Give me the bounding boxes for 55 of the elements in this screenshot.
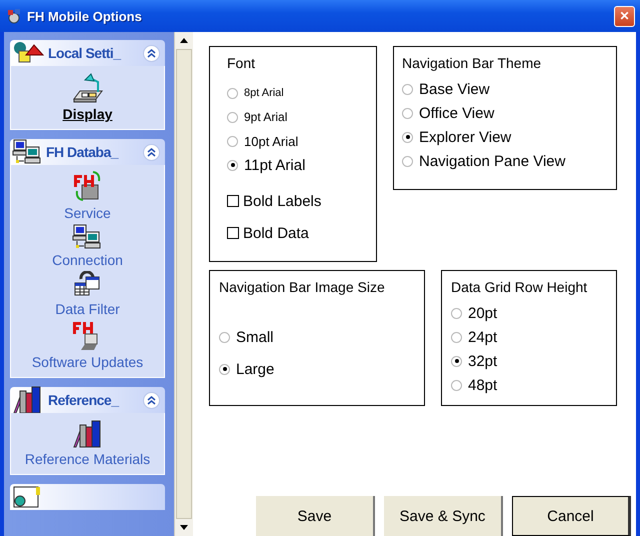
books-icon: [72, 419, 104, 449]
shapes-icon: [12, 41, 44, 65]
close-button[interactable]: ✕: [614, 6, 635, 26]
group-title: Reference_: [48, 392, 120, 408]
app-icon: [6, 8, 22, 24]
calendar-icon: [12, 485, 42, 509]
nav-item[interactable]: Data Filter: [55, 271, 120, 320]
collapse-button[interactable]: [143, 392, 160, 408]
dialog-button[interactable]: Save & Sync: [384, 496, 503, 536]
group-box-title: Navigation Bar Theme: [402, 55, 542, 71]
radio-option[interactable]: 8pt Arial: [227, 81, 376, 105]
computers-icon: [72, 224, 102, 250]
fh-sync-icon: [72, 171, 102, 203]
radio-option[interactable]: Navigation Pane View: [402, 149, 616, 173]
group-header[interactable]: Local Setti_: [10, 40, 165, 66]
computers-icon: [12, 139, 42, 165]
chevron-icon: [147, 148, 156, 156]
group-box-title: Font: [227, 55, 256, 71]
group-title: Local Setti_: [48, 45, 122, 61]
radio-option[interactable]: 24pt: [451, 325, 616, 349]
collapse-button[interactable]: [143, 44, 160, 62]
nav-item[interactable]: Service: [64, 171, 111, 224]
radio-option[interactable]: 10pt Arial: [227, 129, 376, 153]
nav-item[interactable]: Connection: [52, 224, 123, 271]
group-box-title: Navigation Bar Image Size: [219, 279, 386, 295]
radio-option[interactable]: 48pt: [451, 373, 616, 397]
radio-option[interactable]: Large: [219, 353, 424, 385]
nav-item[interactable]: Display: [62, 72, 112, 125]
chevron-icon: [147, 396, 156, 404]
group-header[interactable]: Reference_: [10, 387, 165, 413]
radio-option[interactable]: Base View: [402, 77, 616, 101]
radio-option[interactable]: Explorer View: [402, 125, 616, 149]
scroll-up-icon[interactable]: [180, 38, 188, 43]
group-header[interactable]: [10, 484, 165, 510]
window-title: FH Mobile Options: [27, 8, 143, 24]
chevron-icon: [147, 48, 156, 58]
group-header[interactable]: FH Databa_: [10, 139, 165, 165]
checkbox-option[interactable]: Bold Data: [227, 217, 376, 249]
radio-option[interactable]: Small: [219, 321, 424, 353]
radio-option[interactable]: 32pt: [451, 349, 616, 373]
scrollbar[interactable]: [174, 32, 193, 536]
checkbox-option[interactable]: Bold Labels: [227, 185, 376, 217]
dialog-button[interactable]: Cancel: [512, 496, 631, 536]
radio-option[interactable]: 9pt Arial: [227, 105, 376, 129]
radio-option[interactable]: 20pt: [451, 301, 616, 325]
nav-item[interactable]: Software Updates: [32, 320, 144, 373]
group-box-title: Data Grid Row Height: [451, 279, 588, 295]
dialog-button[interactable]: Save: [256, 496, 375, 536]
radio-option[interactable]: 11pt Arial: [227, 153, 376, 177]
radio-option[interactable]: Office View: [402, 101, 616, 125]
scroll-down-icon[interactable]: [180, 525, 188, 530]
nav-item[interactable]: Reference Materials: [24, 419, 150, 470]
group-title: FH Databa_: [46, 144, 120, 160]
collapse-button[interactable]: [143, 144, 160, 160]
desk-lamp-icon: [72, 72, 104, 104]
